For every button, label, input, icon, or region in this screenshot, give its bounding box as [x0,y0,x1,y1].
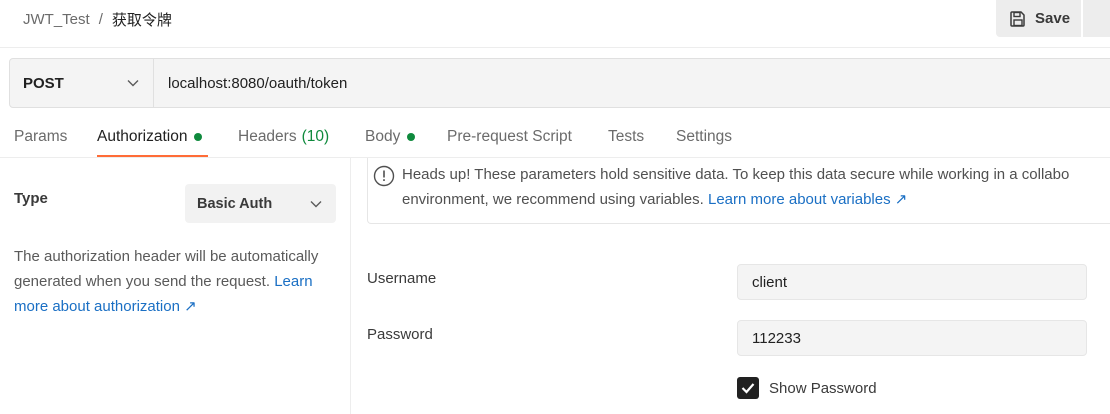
username-field[interactable]: client [737,264,1087,300]
breadcrumb-separator: / [98,11,103,28]
show-password-row: Show Password [737,377,877,399]
chevron-down-icon [127,80,139,87]
status-dot [407,133,416,141]
show-password-label[interactable]: Show Password [769,380,877,397]
tab-label: Pre-request Script [447,128,572,145]
breadcrumb: JWT_Test / 获取令牌 [23,9,172,30]
request-header: JWT_Test / 获取令牌 Save [0,0,1110,48]
tab-label: Params [14,128,68,145]
auth-description-text: The authorization header will be automat… [14,248,319,290]
tab-label: Authorization [97,128,188,145]
tab-label: Body [365,128,401,145]
tab-label: Settings [676,128,733,145]
notice-text: Heads up! These parameters hold sensitiv… [402,162,1110,212]
info-icon [373,165,395,187]
type-label: Type [14,190,48,207]
tab-authorization[interactable]: Authorization [97,128,203,146]
tab-settings[interactable]: Settings [676,128,732,146]
checkmark-icon [741,383,755,394]
headers-count: (10) [301,128,330,145]
tab-tests[interactable]: Tests [608,128,644,146]
breadcrumb-request[interactable]: 获取令牌 [112,9,172,30]
password-field[interactable]: 112233 [737,320,1087,356]
tab-params[interactable]: Params [14,128,67,146]
username-label: Username [367,270,437,287]
url-input[interactable]: localhost:8080/oauth/token [154,59,1110,107]
save-group: Save [996,0,1110,37]
breadcrumb-collection[interactable]: JWT_Test [23,11,90,28]
auth-type-select[interactable]: Basic Auth [185,184,336,223]
url-bar: POST localhost:8080/oauth/token [9,58,1110,108]
sensitive-data-notice: Heads up! These parameters hold sensitiv… [367,158,1110,224]
status-dot [194,133,203,141]
auth-description: The authorization header will be automat… [14,244,344,319]
request-tabs: Params Authorization Headers (10) Body P… [0,117,1110,157]
notice-line-2: environment, we recommend using variable… [402,191,704,208]
learn-more-variables-link[interactable]: Learn more about variables ↗ [708,191,907,208]
save-label: Save [1035,10,1071,27]
tab-label: Tests [608,128,645,145]
tab-label: Headers [238,128,297,145]
password-label: Password [367,326,433,343]
notice-line-1: Heads up! These parameters hold sensitiv… [402,166,1070,183]
save-icon [1010,10,1025,27]
tab-pre-request-script[interactable]: Pre-request Script [447,128,572,146]
tab-headers[interactable]: Headers (10) [238,128,329,146]
chevron-down-icon [310,200,322,207]
show-password-checkbox[interactable] [737,377,759,399]
auth-type-value: Basic Auth [197,195,273,212]
method-label: POST [23,74,64,92]
save-button[interactable]: Save [996,0,1081,37]
tab-body[interactable]: Body [365,128,416,146]
method-select[interactable]: POST [10,59,154,107]
auth-type-panel: Type Basic Auth The authorization header… [0,158,351,414]
save-options-button[interactable] [1083,0,1110,37]
